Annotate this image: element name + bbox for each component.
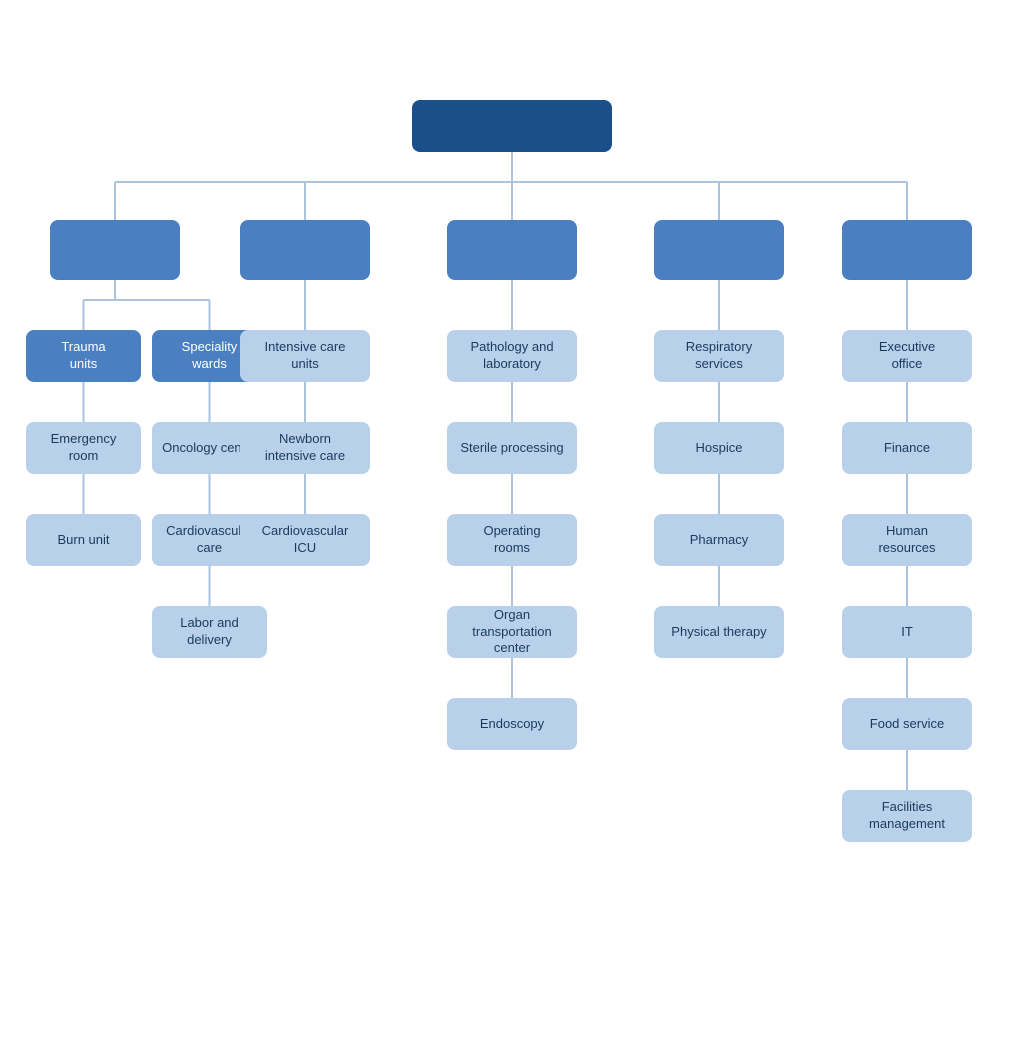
newborn-intensive-care: Newbornintensive care [240,422,370,474]
sterile-processing: Sterile processing [447,422,577,474]
hospice: Hospice [654,422,784,474]
cardiovascular-icu: CardiovascularICU [240,514,370,566]
endoscopy: Endoscopy [447,698,577,750]
root-node [412,100,612,152]
l1-acute [50,220,180,280]
burn-unit: Burn unit [26,514,141,566]
l1-critical [240,220,370,280]
human-resources: Humanresources [842,514,972,566]
pathology-laboratory: Pathology andlaboratory [447,330,577,382]
it: IT [842,606,972,658]
physical-therapy: Physical therapy [654,606,784,658]
emergency-room: Emergencyroom [26,422,141,474]
finance: Finance [842,422,972,474]
trauma-units: Traumaunits [26,330,141,382]
l1-surgical [447,220,577,280]
executive-office: Executiveoffice [842,330,972,382]
respiratory-services: Respiratoryservices [654,330,784,382]
intensive-care-units: Intensive careunits [240,330,370,382]
organ-transportation: Organ transportationcenter [447,606,577,658]
labor-delivery: Labor anddelivery [152,606,267,658]
l1-admin [842,220,972,280]
operating-rooms: Operatingrooms [447,514,577,566]
l1-support [654,220,784,280]
food-service: Food service [842,698,972,750]
pharmacy: Pharmacy [654,514,784,566]
facilities-management: Facilitiesmanagement [842,790,972,842]
